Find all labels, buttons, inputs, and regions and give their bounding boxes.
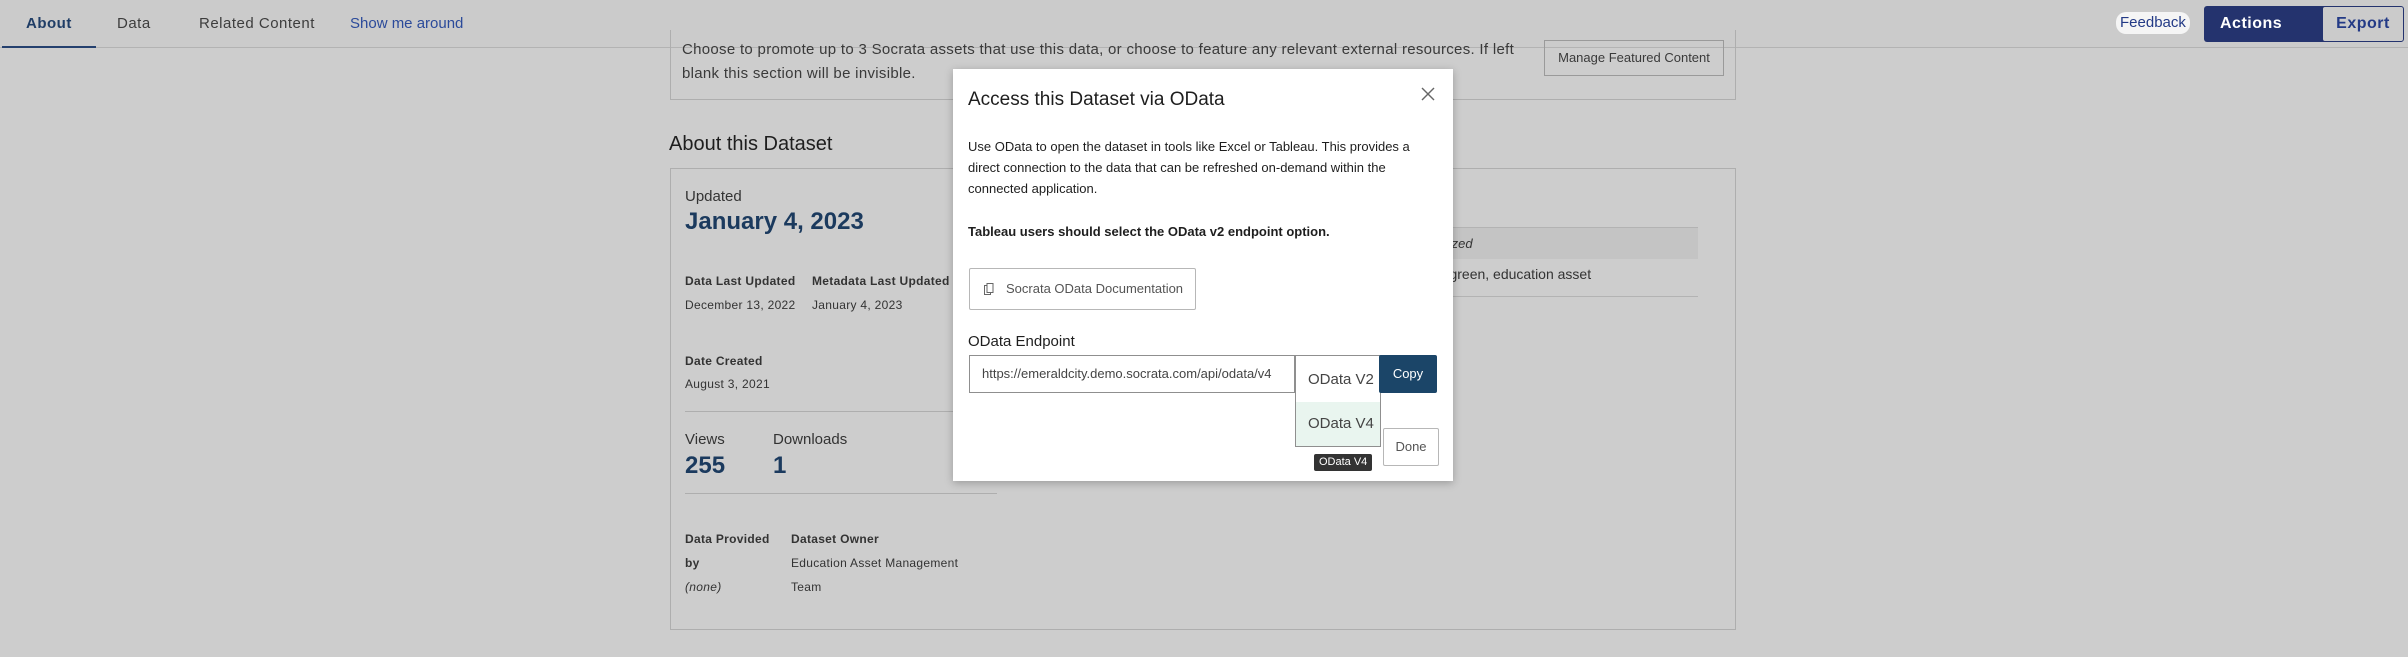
- dataset-owner-value-cont: Team: [791, 580, 822, 594]
- metadata-last-updated-value: January 4, 2023: [812, 298, 903, 312]
- downloads-value: 1: [773, 452, 787, 479]
- divider: [685, 493, 997, 494]
- odata-version-dropdown[interactable]: OData V2 OData V4: [1295, 355, 1381, 447]
- odata-modal: Access this Dataset via OData Use OData …: [953, 69, 1453, 481]
- dataset-owner-label: Dataset Owner: [791, 532, 879, 546]
- tab-data[interactable]: Data: [117, 0, 151, 48]
- tab-about[interactable]: About: [2, 0, 96, 48]
- tags-header: gorized: [1420, 227, 1698, 259]
- dataset-owner-value: Education Asset Management: [791, 556, 959, 570]
- data-provided-label-cont: by: [685, 556, 700, 570]
- date-created-value: August 3, 2021: [685, 377, 770, 391]
- data-provided-label: Data Provided: [685, 532, 770, 546]
- data-provided-value: (none): [685, 580, 722, 594]
- copy-button[interactable]: Copy: [1379, 355, 1437, 393]
- modal-title: Access this Dataset via OData: [968, 89, 1225, 110]
- option-odata-v2[interactable]: OData V2: [1296, 358, 1380, 402]
- data-last-updated-value: December 13, 2022: [685, 298, 796, 312]
- odata-documentation-label: Socrata OData Documentation: [1006, 281, 1184, 296]
- tableau-warning: Tableau users should select the OData v2…: [968, 224, 1330, 239]
- option-odata-v4[interactable]: OData V4: [1296, 402, 1380, 446]
- odata-endpoint-label: OData Endpoint: [968, 333, 1075, 350]
- views-label: Views: [685, 431, 725, 448]
- metadata-last-updated-label: Metadata Last Updated: [812, 274, 950, 288]
- odata-documentation-button[interactable]: Socrata OData Documentation: [969, 268, 1196, 310]
- export-button[interactable]: Export: [2322, 6, 2404, 42]
- data-last-updated-label: Data Last Updated: [685, 274, 796, 288]
- updated-date: January 4, 2023: [685, 208, 864, 235]
- show-me-around-link[interactable]: Show me around: [350, 0, 463, 48]
- date-created-label: Date Created: [685, 354, 763, 368]
- copy-document-icon: [984, 283, 994, 295]
- actions-label: Actions: [2220, 15, 2283, 32]
- close-icon[interactable]: [1419, 85, 1437, 103]
- odata-v4-tooltip: OData V4: [1314, 454, 1373, 471]
- done-button[interactable]: Done: [1383, 428, 1439, 466]
- tab-related-content[interactable]: Related Content: [199, 0, 315, 48]
- divider: [1420, 296, 1698, 297]
- feedback-button[interactable]: Feedback: [2116, 12, 2190, 34]
- tags-value: nt, green, education asset: [1430, 266, 1592, 282]
- downloads-label: Downloads: [773, 431, 848, 448]
- modal-description: Use OData to open the dataset in tools l…: [968, 139, 1410, 196]
- odata-endpoint-input[interactable]: https://emeraldcity.demo.socrata.com/api…: [969, 355, 1295, 393]
- divider: [685, 411, 997, 412]
- views-value: 255: [685, 452, 726, 479]
- manage-featured-content-button[interactable]: Manage Featured Content: [1544, 40, 1724, 76]
- about-dataset-title: About this Dataset: [669, 133, 833, 155]
- updated-label: Updated: [685, 188, 742, 205]
